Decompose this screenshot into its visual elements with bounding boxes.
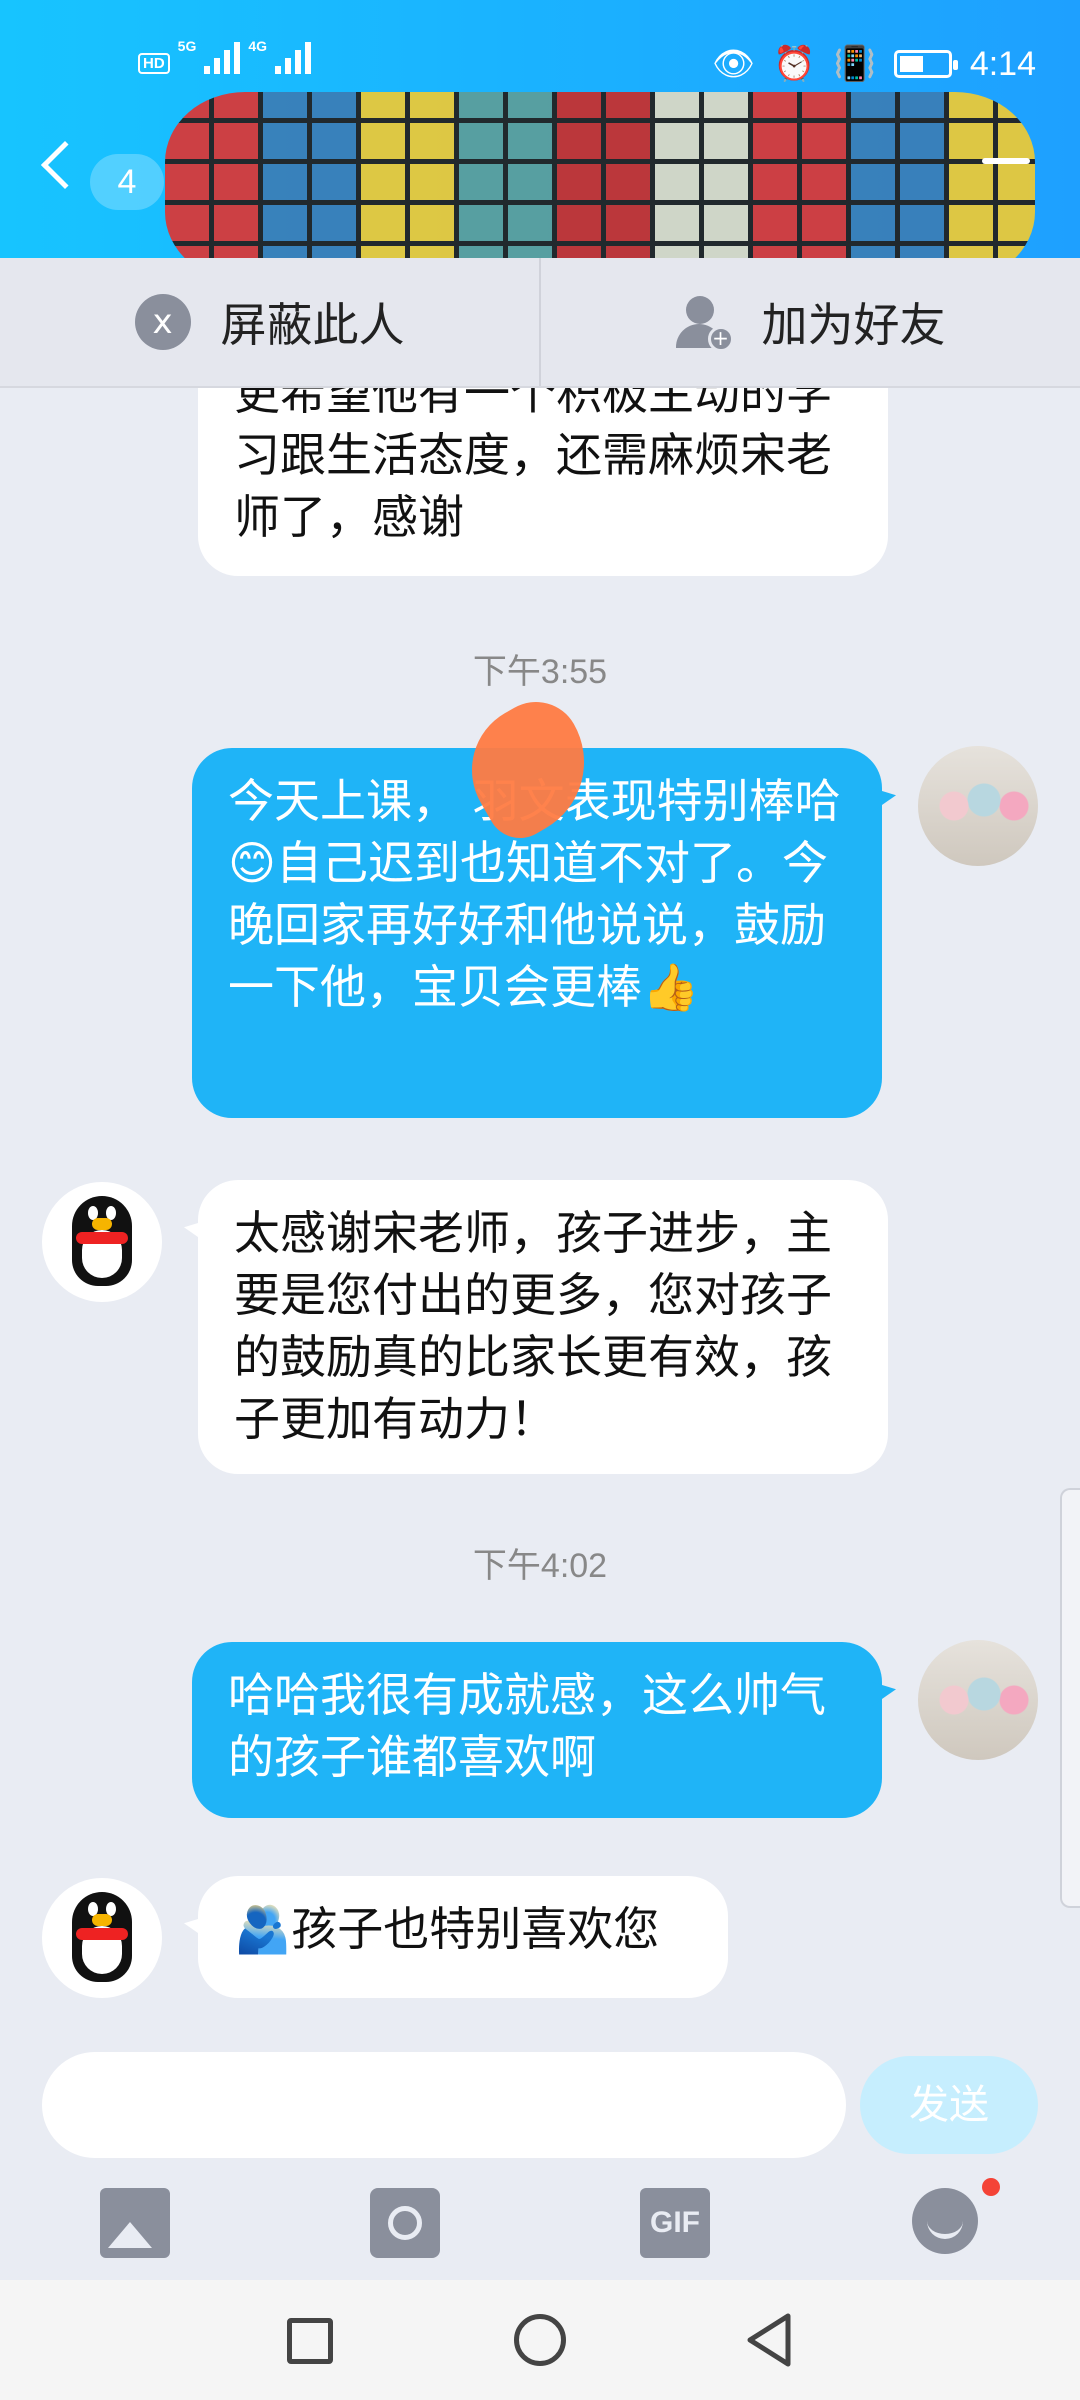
signal-indicators: HD 5G 4G [138, 38, 312, 74]
status-right: 👁 ⏰ 📳 4:14 [712, 44, 1036, 84]
status-bar: HD 5G 4G 👁 ⏰ 📳 4:14 [0, 34, 1080, 94]
block-user-label: 屏蔽此人 [220, 298, 405, 352]
eye-icon: 👁 [711, 45, 756, 83]
battery-icon [893, 50, 958, 78]
message-list[interactable]: 更希望他有一个积极主动的学习跟生活态度，还需麻烦宋老师了，感谢 下午3:55 今… [0, 388, 1080, 2010]
my-avatar[interactable] [918, 746, 1038, 866]
message-incoming[interactable]: 太感谢宋老师，孩子进步，主要是您付出的更多，您对孩子的鼓励真的比家长更有效，孩子… [184, 1180, 888, 1474]
block-user-button[interactable]: ⅹ 屏蔽此人 [0, 258, 539, 386]
signal-bars-icon [275, 38, 312, 74]
system-navigation-bar [0, 2280, 1080, 2400]
net-4g-label: 4G [248, 38, 268, 54]
menu-icon[interactable] [982, 158, 1030, 164]
message-text: 更希望他有一个积极主动的学习跟生活态度，还需麻烦宋老师了，感谢 [234, 388, 832, 544]
timestamp: 下午3:55 [472, 653, 608, 691]
add-friend-label: 加为好友 [761, 298, 946, 352]
message-incoming[interactable]: 更希望他有一个积极主动的学习跟生活态度，还需麻烦宋老师了，感谢 [198, 388, 888, 576]
hd-badge: HD [138, 53, 170, 74]
gif-icon[interactable]: GIF [640, 2188, 710, 2258]
signal-bars-icon [204, 38, 241, 74]
unread-count-badge[interactable]: 4 [90, 154, 164, 210]
timestamp: 下午4:02 [472, 1547, 608, 1585]
input-bar: 发送 GIF [0, 2010, 1080, 2280]
message-text: 🫂孩子也特别喜欢您 [234, 1902, 660, 1956]
chat-header: HD 5G 4G 👁 ⏰ 📳 4:14 4 [0, 0, 1080, 282]
home-button[interactable] [514, 2314, 566, 2366]
message-incoming[interactable]: 🫂孩子也特别喜欢您 [184, 1876, 728, 1998]
recents-button[interactable] [287, 2318, 333, 2364]
add-user-icon: + [675, 294, 734, 352]
message-text: 太感谢宋老师，孩子进步，主要是您付出的更多，您对孩子的鼓励真的比家长更有效，孩子… [234, 1206, 832, 1446]
message-text: 哈哈我很有成就感，这么帅气的孩子谁都喜欢啊 [228, 1668, 826, 1784]
vibrate-icon: 📳 [833, 45, 876, 83]
notification-dot [982, 2178, 1000, 2196]
back-button[interactable] [744, 2312, 794, 2368]
alarm-icon: ⏰ [773, 45, 816, 83]
emoji-icon[interactable] [912, 2188, 978, 2254]
net-5g-label: 5G [177, 38, 197, 54]
add-friend-button[interactable]: + 加为好友 [539, 258, 1080, 386]
scrollbar[interactable] [1060, 1488, 1080, 1908]
redacted-contact-name [165, 92, 1035, 282]
camera-icon[interactable] [370, 2188, 440, 2258]
stranger-action-bar: ⅹ 屏蔽此人 + 加为好友 [0, 258, 1080, 388]
input-toolbar: GIF [0, 2178, 1080, 2278]
message-input[interactable] [42, 2052, 846, 2158]
my-avatar[interactable] [918, 1640, 1038, 1760]
send-button[interactable]: 发送 [860, 2056, 1038, 2154]
message-outgoing[interactable]: 哈哈我很有成就感，这么帅气的孩子谁都喜欢啊 [192, 1642, 896, 1818]
chevron-left-icon[interactable] [40, 140, 90, 190]
clock: 4:14 [969, 44, 1036, 83]
contact-avatar[interactable] [42, 1878, 162, 1998]
contact-avatar[interactable] [42, 1182, 162, 1302]
battery-level [899, 56, 923, 72]
image-icon[interactable] [100, 2188, 170, 2258]
block-icon: ⅹ [134, 294, 191, 350]
